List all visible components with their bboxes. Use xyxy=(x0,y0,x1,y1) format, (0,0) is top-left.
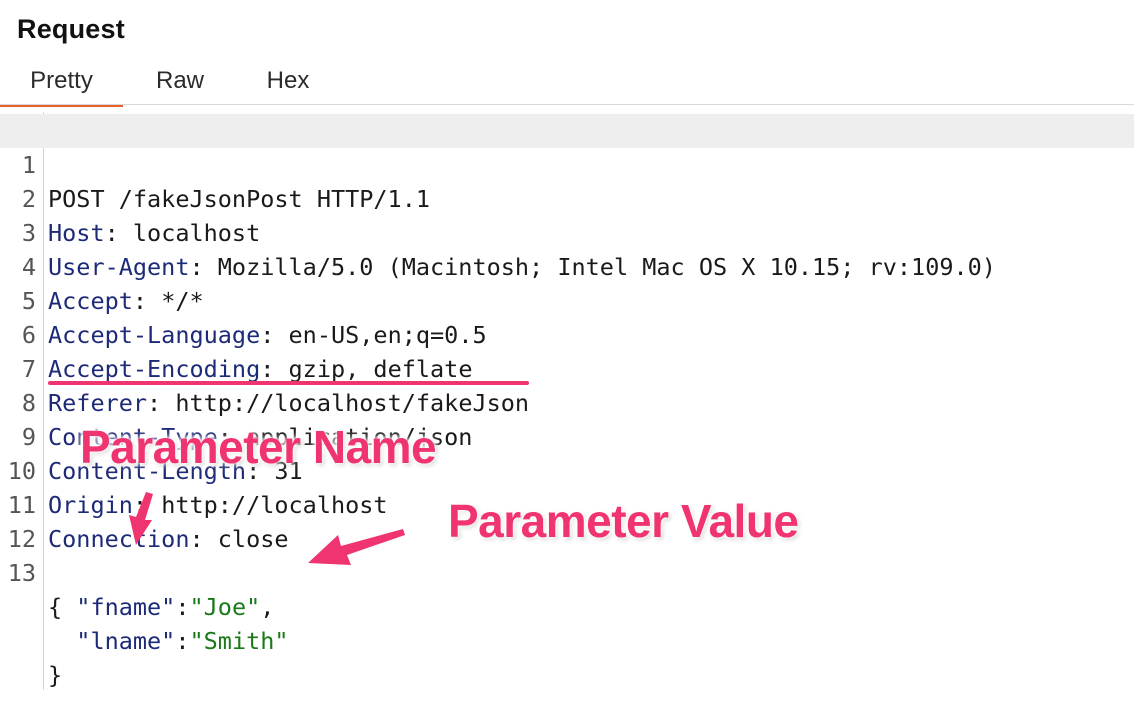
annotation-parameter-value: Parameter Value xyxy=(448,495,799,547)
body-close-brace: } xyxy=(48,661,63,689)
body-fname-line[interactable]: "fname":"Joe", xyxy=(0,556,1134,621)
body-lname-line[interactable]: "lname":"Smith" xyxy=(0,590,1134,655)
header-line[interactable]: 6 Accept-Encoding: gzip, deflate xyxy=(0,284,1134,383)
tab-hex[interactable]: Hex xyxy=(252,60,324,104)
tab-raw[interactable]: Raw xyxy=(142,60,218,104)
header-line[interactable]: 5 Accept-Language: en-US,en;q=0.5 xyxy=(0,250,1134,349)
view-tabs: Pretty Raw Hex xyxy=(0,60,1134,107)
content-type-underline xyxy=(48,381,529,385)
header-line[interactable]: 2 Host: localhost xyxy=(0,148,1134,247)
header-line[interactable]: 4 Accept: */* xyxy=(0,216,1134,315)
tab-pretty[interactable]: Pretty xyxy=(0,60,123,107)
body-close-line[interactable]: } xyxy=(0,624,1134,689)
request-editor[interactable]: 1 POST /fakeJsonPost HTTP/1.1 2 Host: lo… xyxy=(0,112,1134,690)
request-line[interactable]: 1 POST /fakeJsonPost HTTP/1.1 xyxy=(0,114,1134,213)
header-line[interactable]: 7 Referer: http://localhost/fakeJson xyxy=(0,318,1134,417)
header-line[interactable]: 9 Content-Length: 31 xyxy=(0,386,1134,485)
header-line[interactable]: 3 User-Agent: Mozilla/5.0 (Macintosh; In… xyxy=(0,182,1134,281)
tabs-divider xyxy=(0,104,1134,105)
panel-title: Request xyxy=(17,14,125,44)
annotation-parameter-name: Parameter Name xyxy=(80,421,437,473)
